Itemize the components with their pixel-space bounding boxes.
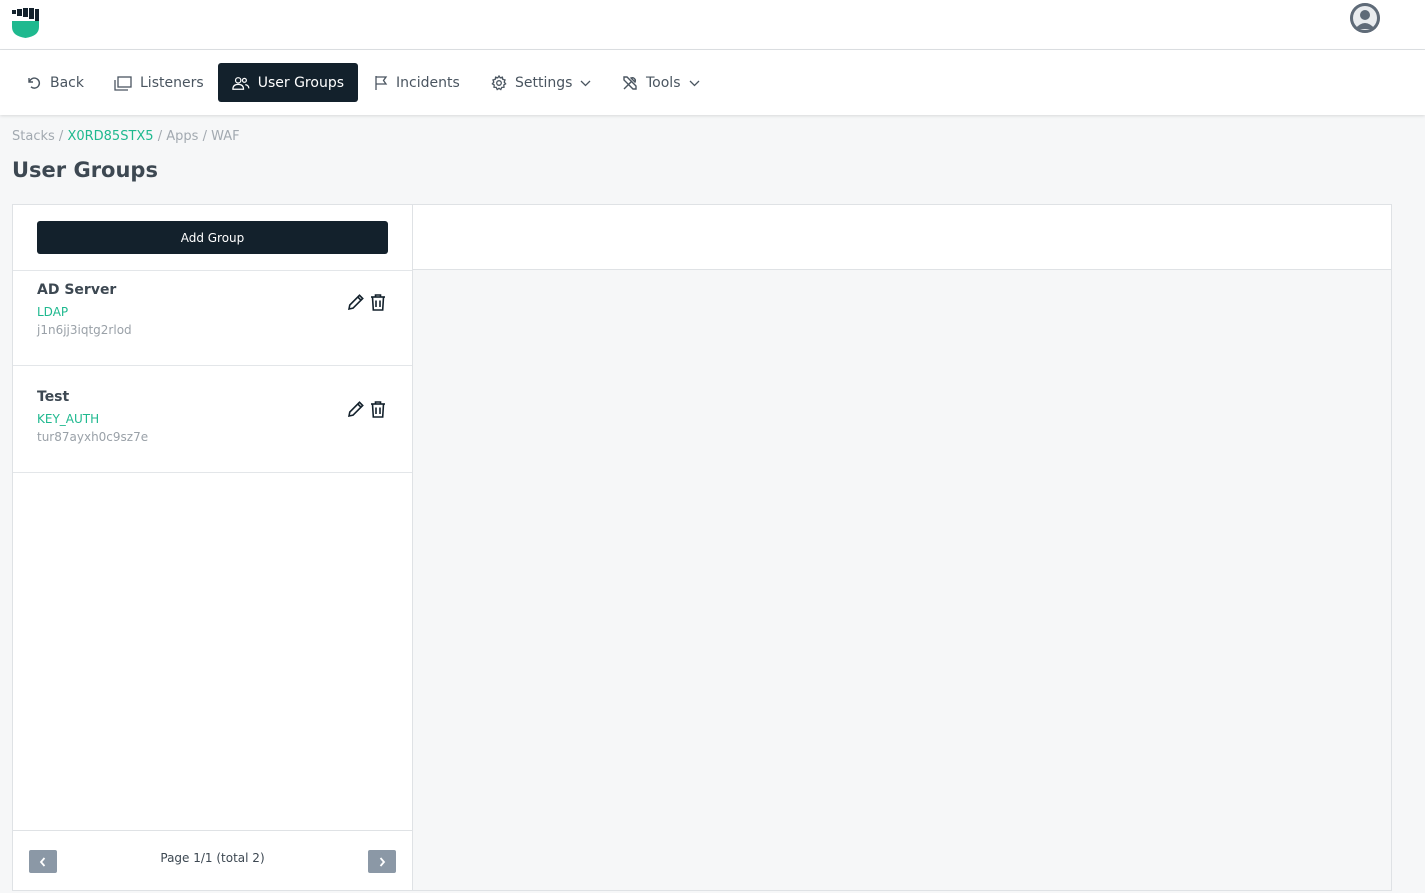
user-groups-panel: Add Group AD Server LDAP j1n6jj3iqtg2rlo…: [12, 204, 1392, 891]
add-group-button[interactable]: Add Group: [37, 221, 388, 254]
group-item-ad-server[interactable]: AD Server LDAP j1n6jj3iqtg2rlod: [13, 271, 412, 377]
nav-tools[interactable]: Tools: [622, 63, 700, 102]
user-avatar-icon: [1350, 3, 1380, 33]
group-id: tur87ayxh0c9sz7e: [37, 430, 149, 444]
nav-user-groups[interactable]: User Groups: [218, 63, 358, 102]
nav-listeners[interactable]: Listeners: [114, 63, 204, 102]
page-title: User Groups: [12, 158, 158, 182]
next-page-button[interactable]: [368, 850, 396, 873]
nav-listeners-label: Listeners: [140, 74, 204, 91]
edit-icon[interactable]: [346, 399, 366, 419]
nav-settings[interactable]: Settings: [491, 63, 591, 102]
group-name: AD Server: [37, 282, 117, 298]
flag-icon: [375, 75, 388, 90]
group-type: LDAP: [37, 305, 69, 319]
top-bar: [0, 0, 1425, 50]
chevron-right-icon: [379, 856, 386, 867]
brand-logo[interactable]: [11, 7, 41, 39]
windows-icon: [114, 75, 132, 91]
detail-header: [413, 205, 1391, 270]
breadcrumb-apps[interactable]: Apps: [166, 129, 198, 144]
breadcrumb-separator: /: [157, 129, 163, 144]
nav-incidents-label: Incidents: [396, 74, 460, 91]
breadcrumb: Stacks / X0RD85STX5 / Apps / WAF: [12, 129, 240, 144]
group-item-test[interactable]: Test KEY_AUTH tur87ayxh0c9sz7e: [13, 366, 412, 472]
nav-settings-label: Settings: [515, 74, 573, 91]
main-navigation: Back Listeners User Groups Incidents Set…: [0, 50, 1425, 115]
chevron-down-icon: [580, 80, 591, 86]
edit-icon[interactable]: [346, 292, 366, 312]
nav-incidents[interactable]: Incidents: [374, 63, 460, 102]
detail-pane: [413, 270, 1391, 890]
breadcrumb-stacks[interactable]: Stacks: [12, 129, 55, 144]
divider: [13, 472, 412, 473]
nav-user-groups-label: User Groups: [257, 74, 344, 91]
undo-icon: [28, 76, 41, 89]
breadcrumb-separator: /: [202, 129, 207, 144]
tools-icon: [623, 75, 637, 90]
nav-back-label: Back: [50, 74, 84, 91]
breadcrumb-stack-id[interactable]: X0RD85STX5: [67, 129, 153, 144]
group-name: Test: [37, 389, 70, 405]
chevron-down-icon: [689, 80, 699, 86]
nav-back[interactable]: Back: [26, 63, 84, 102]
page-info: Page 1/1 (total 2): [160, 851, 265, 865]
group-list-pane: Add Group AD Server LDAP j1n6jj3iqtg2rlo…: [13, 205, 413, 890]
breadcrumb-waf: WAF: [211, 129, 240, 144]
trash-icon[interactable]: [368, 292, 388, 312]
pagination: Page 1/1 (total 2): [13, 830, 412, 890]
users-icon: [232, 76, 250, 90]
breadcrumb-separator: /: [58, 129, 64, 144]
group-id: j1n6jj3iqtg2rlod: [37, 323, 132, 337]
gear-icon: [491, 74, 507, 90]
nav-tools-label: Tools: [646, 74, 681, 91]
user-avatar[interactable]: [1350, 3, 1380, 33]
trash-icon[interactable]: [368, 399, 388, 419]
group-type: KEY_AUTH: [37, 412, 100, 426]
